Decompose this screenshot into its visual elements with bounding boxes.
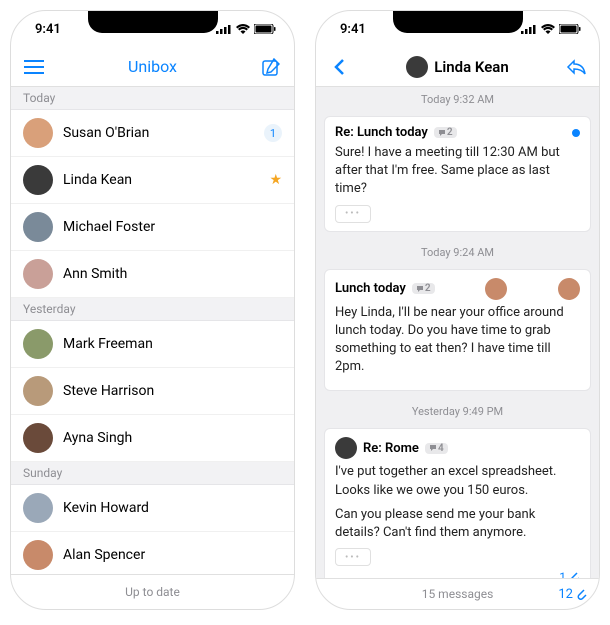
avatar [23, 259, 53, 289]
sender-avatar [485, 278, 507, 300]
contact-avatar [406, 56, 428, 78]
battery-icon [254, 24, 276, 34]
contact-row[interactable]: Alan Spencer [11, 532, 294, 574]
avatar [23, 212, 53, 242]
reply-icon[interactable] [565, 56, 587, 78]
contact-row[interactable]: Mark Freeman [11, 321, 294, 368]
contact-name: Linda Kean [434, 58, 508, 76]
sender-avatar [558, 278, 580, 300]
status-time: 9:41 [35, 22, 61, 37]
time-divider: Yesterday 9:49 PM [316, 399, 599, 424]
section-header: Sunday [11, 462, 294, 485]
star-icon: ★ [269, 172, 282, 188]
notch [393, 11, 523, 33]
avatar [23, 329, 53, 359]
message-subject: Lunch today [335, 281, 406, 296]
section-header: Today [11, 87, 294, 110]
avatar [23, 493, 53, 523]
more-actions-button[interactable]: ••• [335, 205, 371, 223]
thread-count-badge: 4 [425, 443, 448, 454]
thread-title: Linda Kean [350, 56, 565, 78]
avatar [23, 423, 53, 453]
contact-name: Mark Freeman [63, 336, 282, 352]
message-body: I've put together an excel spreadsheet. … [335, 463, 580, 542]
inbox-screen: 9:41 Unibox Today Susan O'Brian 1 Linda Kea… [10, 10, 295, 610]
attach-count: 12 [558, 587, 573, 602]
thread-footer: 15 messages 12 [316, 578, 599, 609]
contact-row[interactable]: Ayna Singh [11, 415, 294, 462]
contact-name: Kevin Howard [63, 500, 282, 516]
contact-name: Susan O'Brian [63, 125, 254, 141]
menu-icon[interactable] [23, 56, 45, 78]
notch [88, 11, 218, 33]
message-header: Lunch today 2 [335, 278, 580, 300]
message-header: Re: Lunch today 2 [335, 125, 580, 140]
message-card[interactable]: Re: Rome 4 I've put together an excel spre… [324, 428, 591, 578]
unread-badge: 1 [264, 124, 282, 142]
time-divider: Today 9:24 AM [316, 240, 599, 265]
more-actions-button[interactable]: ••• [335, 548, 371, 566]
message-count: 15 messages [422, 587, 494, 601]
contact-name: Linda Kean [63, 172, 259, 188]
sender-avatar [335, 437, 357, 459]
section-header: Yesterday [11, 298, 294, 321]
avatar [23, 376, 53, 406]
contact-name: Alan Spencer [63, 547, 282, 563]
avatar [23, 118, 53, 148]
thread-count-badge: 2 [434, 127, 457, 138]
contact-name: Michael Foster [63, 219, 282, 235]
thread-list[interactable]: Today 9:32 AM Re: Lunch today 2 Sure! I hav… [316, 87, 599, 578]
contact-row[interactable]: Steve Harrison [11, 368, 294, 415]
avatar [23, 165, 53, 195]
inbox-footer: Up to date [11, 574, 294, 609]
contact-row[interactable]: Kevin Howard [11, 485, 294, 532]
wifi-icon [541, 24, 555, 34]
message-header: Re: Rome 4 [335, 437, 580, 459]
app-title: Unibox [45, 57, 260, 76]
unread-dot [572, 129, 580, 137]
time-divider: Today 9:32 AM [316, 87, 599, 112]
attachment-indicator[interactable]: 1 [335, 570, 580, 578]
attachments-button[interactable]: 12 [558, 587, 587, 602]
contact-row[interactable]: Michael Foster [11, 204, 294, 251]
message-card[interactable]: Lunch today 2 Hey Linda, I'll be near your… [324, 269, 591, 392]
message-body: Hey Linda, I'll be near your office arou… [335, 304, 580, 377]
avatar [23, 540, 53, 570]
nav-bar: Linda Kean [316, 47, 599, 87]
message-body: Sure! I have a meeting till 12:30 AM but… [335, 144, 580, 199]
status-time: 9:41 [340, 22, 366, 37]
back-icon[interactable] [328, 56, 350, 78]
compose-icon[interactable] [260, 56, 282, 78]
contact-row[interactable]: Linda Kean ★ [11, 157, 294, 204]
nav-bar: Unibox [11, 47, 294, 87]
signal-icon [216, 24, 232, 34]
contact-name: Steve Harrison [63, 383, 282, 399]
contact-row[interactable]: Susan O'Brian 1 [11, 110, 294, 157]
contact-name: Ayna Singh [63, 430, 282, 446]
thread-count-badge: 2 [412, 283, 435, 294]
inbox-list[interactable]: Today Susan O'Brian 1 Linda Kean ★ Michael Fo… [11, 87, 294, 574]
message-card[interactable]: Re: Lunch today 2 Sure! I have a meeting t… [324, 116, 591, 232]
signal-icon [521, 24, 537, 34]
contact-row[interactable]: Ann Smith [11, 251, 294, 298]
contact-name: Ann Smith [63, 266, 282, 282]
message-subject: Re: Lunch today [335, 125, 428, 140]
battery-icon [559, 24, 581, 34]
message-subject: Re: Rome [363, 441, 419, 456]
thread-screen: 9:41 Linda Kean Today 9:32 AM Re: Lunch t… [315, 10, 600, 610]
wifi-icon [236, 24, 250, 34]
